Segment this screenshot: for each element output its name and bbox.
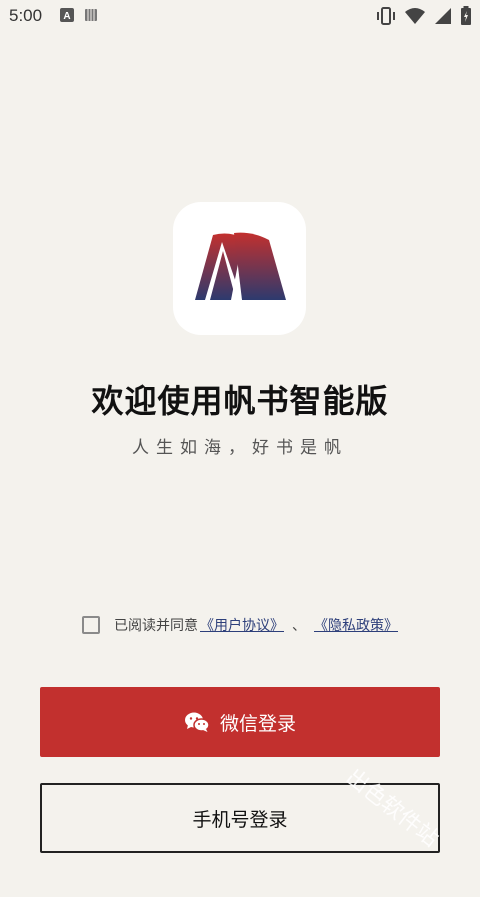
status-bar: 5:00 A (0, 0, 480, 32)
a-icon: A (60, 8, 74, 22)
svg-text:A: A (63, 11, 70, 22)
signal-icon (435, 8, 451, 24)
vibrate-icon (377, 7, 395, 25)
wifi-icon (405, 8, 425, 24)
battery-icon (461, 6, 471, 25)
phone-login-label: 手机号登录 (192, 808, 288, 831)
agreement-row: 已阅读并同意 《用户协议》 、 《隐私政策》 (82, 613, 398, 637)
app-logo (173, 202, 306, 335)
slogan: 人生如海，好书是帆 (132, 438, 348, 458)
user-agreement-link[interactable]: 《用户协议》 (200, 615, 284, 635)
status-time: 5:00 (9, 6, 43, 25)
wechat-icon (184, 712, 210, 732)
agreement-checkbox[interactable] (82, 616, 100, 634)
agreement-prefix: 已阅读并同意 (114, 618, 198, 634)
wechat-login-button[interactable]: 微信登录 (40, 687, 440, 757)
watermark: 出色软件站 (340, 764, 443, 853)
storage-icon (85, 9, 97, 21)
wechat-login-label: 微信登录 (219, 712, 296, 735)
privacy-policy-link[interactable]: 《隐私政策》 (314, 615, 398, 635)
fanshu-logo-icon (195, 232, 286, 300)
agreement-separator: 、 (292, 618, 306, 634)
status-right-icons (376, 6, 472, 26)
welcome-title: 欢迎使用帆书智能版 (91, 382, 389, 420)
status-left-icons: A (60, 8, 98, 22)
